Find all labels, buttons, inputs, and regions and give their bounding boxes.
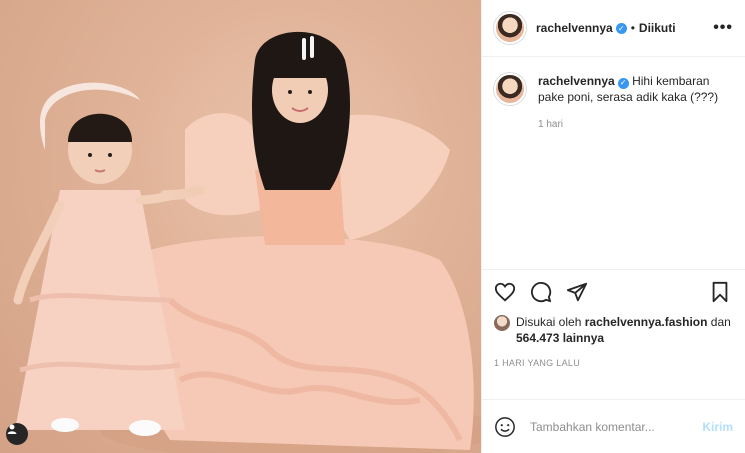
likes-count[interactable]: 564.473 lainnya (516, 331, 604, 345)
post-side-panel: rachelvennya ✓ • Diikuti ••• rachelvenny… (481, 0, 745, 453)
person-icon (7, 424, 17, 434)
heart-icon[interactable] (494, 281, 518, 305)
post-actions: Disukai oleh rachelvennya.fashion dan 56… (482, 269, 745, 399)
comment-input[interactable] (530, 419, 703, 434)
likes-joiner: dan (710, 315, 731, 329)
likes-text: Disukai oleh rachelvennya.fashion dan 56… (516, 314, 733, 346)
caption-time[interactable]: 1 hari (538, 117, 728, 133)
verified-badge-icon: ✓ (615, 22, 627, 34)
comment-icon[interactable] (530, 281, 554, 305)
likes-summary: Disukai oleh rachelvennya.fashion dan 56… (494, 314, 733, 346)
liker-avatar[interactable] (494, 315, 510, 331)
action-row (494, 276, 733, 310)
post-comment-button[interactable]: Kirim (702, 420, 733, 434)
bookmark-icon[interactable] (709, 281, 733, 305)
post-time[interactable]: 1 HARI YANG LALU (494, 358, 733, 368)
emoji-icon[interactable] (494, 416, 516, 438)
photo-illustration (13, 31, 481, 453)
caption-verified-icon: ✓ (617, 77, 629, 89)
comments-list: rachelvennya ✓ Hihi kembaran pake poni, s… (482, 57, 745, 269)
post-photo[interactable] (0, 0, 481, 453)
follow-status-button[interactable]: Diikuti (639, 21, 676, 35)
caption-comment: rachelvennya ✓ Hihi kembaran pake poni, s… (494, 73, 733, 133)
author-avatar[interactable] (494, 12, 526, 44)
likes-user[interactable]: rachelvennya.fashion (585, 315, 708, 329)
caption-body: rachelvennya ✓ Hihi kembaran pake poni, s… (538, 73, 728, 133)
caption-avatar[interactable] (494, 73, 526, 105)
add-comment-form: Kirim (482, 399, 745, 453)
author-username[interactable]: rachelvennya (536, 21, 613, 35)
more-horizontal-icon[interactable]: ••• (713, 19, 733, 37)
post-header: rachelvennya ✓ • Diikuti ••• (482, 0, 745, 57)
share-icon[interactable] (566, 281, 590, 305)
caption-username[interactable]: rachelvennya (538, 74, 615, 88)
likes-prefix: Disukai oleh (516, 315, 582, 329)
header-separator: • (630, 21, 635, 35)
instagram-post: rachelvennya ✓ • Diikuti ••• rachelvenny… (0, 0, 745, 453)
tagged-users-button[interactable] (6, 423, 28, 445)
